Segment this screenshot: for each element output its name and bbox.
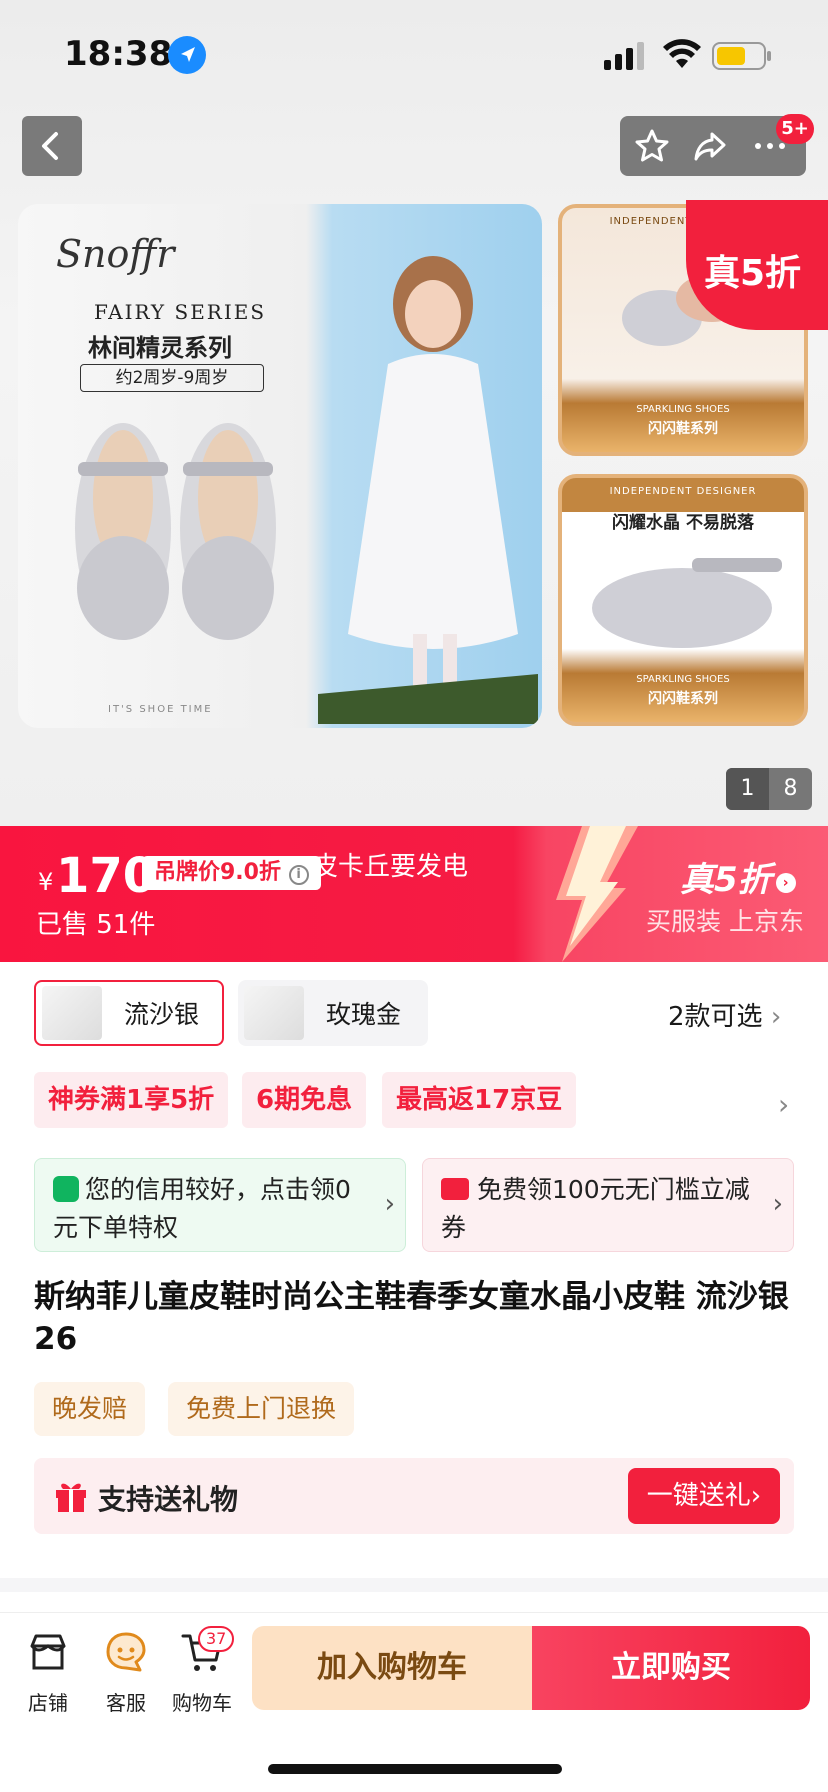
shoe-closeup-icon: [592, 558, 782, 648]
age-range: 约2周岁-9周岁: [80, 364, 264, 392]
variant-silver[interactable]: 流沙银: [34, 980, 224, 1046]
sparkling-cn: 闪闪鞋系列: [648, 421, 718, 437]
chevron-right-icon: ›: [384, 1189, 395, 1219]
share-icon[interactable]: [692, 128, 728, 164]
model-photo: [318, 256, 538, 724]
brand-logo: Snoffr: [56, 232, 175, 276]
variant-count[interactable]: 2款可选 ›: [668, 996, 781, 1033]
discount-corner-badge: 真5折: [686, 200, 828, 330]
credit-offer-text: 您的信用较好，点击领0元下单特权: [53, 1175, 351, 1242]
coupon-offer[interactable]: 免费领100元无门槛立减券 ›: [422, 1158, 794, 1252]
crystal-headline: 闪耀水晶 不易脱落: [612, 513, 754, 533]
gallery-main-image[interactable]: Snoffr FAIRY SERIES 林间精灵系列 约2周岁-9周岁 IT'S…: [18, 204, 542, 728]
promo-installment[interactable]: 6期免息: [242, 1072, 367, 1128]
real-discount[interactable]: 真5折 ›: [680, 852, 796, 901]
nav-store-label: 店铺: [28, 1691, 68, 1715]
chevron-right-icon[interactable]: ›: [778, 1088, 789, 1121]
coupon-card-icon: [441, 1178, 469, 1200]
variant-thumbnail: [42, 986, 102, 1040]
jd-slogan: 买服装 上京东: [646, 907, 804, 936]
credit-shield-icon: [53, 1176, 79, 1202]
real-discount-label: 真5折: [680, 860, 772, 900]
cart-count-badge: 37: [198, 1626, 235, 1652]
coupon-offer-text: 免费领100元无门槛立减券: [441, 1175, 750, 1242]
chevron-left-icon: [42, 132, 58, 160]
section-divider: [0, 1578, 828, 1592]
designer-label: INDEPENDENT DESIGNER: [609, 486, 757, 497]
tag-price-label: 吊牌价9.0折: [154, 860, 281, 885]
add-to-cart-button[interactable]: 加入购物车: [252, 1626, 532, 1710]
status-time: 18:38: [64, 34, 173, 74]
back-button[interactable]: [22, 116, 82, 176]
location-icon: [168, 36, 206, 74]
tag-price[interactable]: 吊牌价9.0折 i: [142, 856, 321, 890]
customer-service-icon: [106, 1632, 146, 1672]
chevron-right-icon: ›: [750, 1481, 762, 1511]
cellular-signal-icon: [604, 42, 644, 70]
status-bar: 18:38: [0, 0, 828, 110]
product-title: 斯纳菲儿童皮鞋时尚公主鞋春季女童水晶小皮鞋 流沙银 26: [34, 1279, 789, 1357]
gallery-footer: IT'S SHOE TIME: [108, 704, 213, 715]
pager-current: 1: [726, 768, 769, 810]
home-indicator: [268, 1764, 562, 1774]
buy-now-button[interactable]: 立即购买: [532, 1626, 810, 1710]
nav-store[interactable]: 店铺: [10, 1630, 86, 1716]
shoe-illustration: [75, 423, 276, 640]
currency-symbol: ¥: [38, 868, 54, 896]
battery-icon: [712, 42, 771, 70]
star-icon[interactable]: [634, 128, 670, 164]
nav-customer-service[interactable]: 客服: [88, 1630, 164, 1716]
info-icon: i: [288, 865, 309, 885]
service-chip[interactable]: 晚发赔: [34, 1382, 146, 1436]
promo-jingdou[interactable]: 最高返17京豆: [382, 1072, 577, 1128]
variant-count-label: 2款可选: [668, 1002, 763, 1032]
variant-thumbnail: [244, 986, 304, 1040]
promo-coupon[interactable]: 神券满1享5折: [34, 1072, 229, 1128]
nav-cart-label: 购物车: [172, 1691, 232, 1715]
gallery-pager: 1 8: [726, 768, 812, 810]
sparkling-cn: 闪闪鞋系列: [648, 691, 718, 707]
store-icon: [30, 1634, 66, 1670]
send-gift-button[interactable]: 一键送礼›: [628, 1468, 780, 1524]
sold-count: 已售 51件: [36, 910, 156, 940]
send-gift-label: 一键送礼: [646, 1481, 751, 1511]
nav-customer-service-label: 客服: [106, 1691, 146, 1715]
chevron-right-icon: ›: [772, 1189, 783, 1219]
service-chip[interactable]: 免费上门退换: [168, 1382, 355, 1436]
banner-text: 皮卡丘要发电: [312, 852, 469, 882]
variant-label: 玫瑰金: [326, 1000, 402, 1029]
series-cn: 林间精灵系列: [88, 334, 232, 362]
lightning-icon: [556, 826, 638, 962]
gift-icon: [56, 1483, 86, 1512]
sparkling-en: SPARKLING SHOES: [636, 674, 730, 685]
chevron-right-circle-icon: ›: [775, 873, 796, 893]
gift-label: 支持送礼物: [98, 1483, 239, 1516]
chevron-right-icon: ›: [770, 1002, 782, 1032]
gallery-thumb-2[interactable]: INDEPENDENT DESIGNER 闪耀水晶 不易脱落 SPARKLING…: [558, 474, 808, 726]
credit-card-offer[interactable]: 您的信用较好，点击领0元下单特权 ›: [34, 1158, 406, 1252]
sparkling-en: SPARKLING SHOES: [636, 404, 730, 415]
notification-badge: 5+: [776, 114, 814, 144]
variant-rose-gold[interactable]: 玫瑰金: [238, 980, 428, 1046]
pager-total: 8: [783, 776, 798, 801]
series-en: FAIRY SERIES: [94, 300, 267, 324]
variant-label: 流沙银: [124, 1000, 200, 1029]
wifi-icon: [663, 39, 701, 68]
